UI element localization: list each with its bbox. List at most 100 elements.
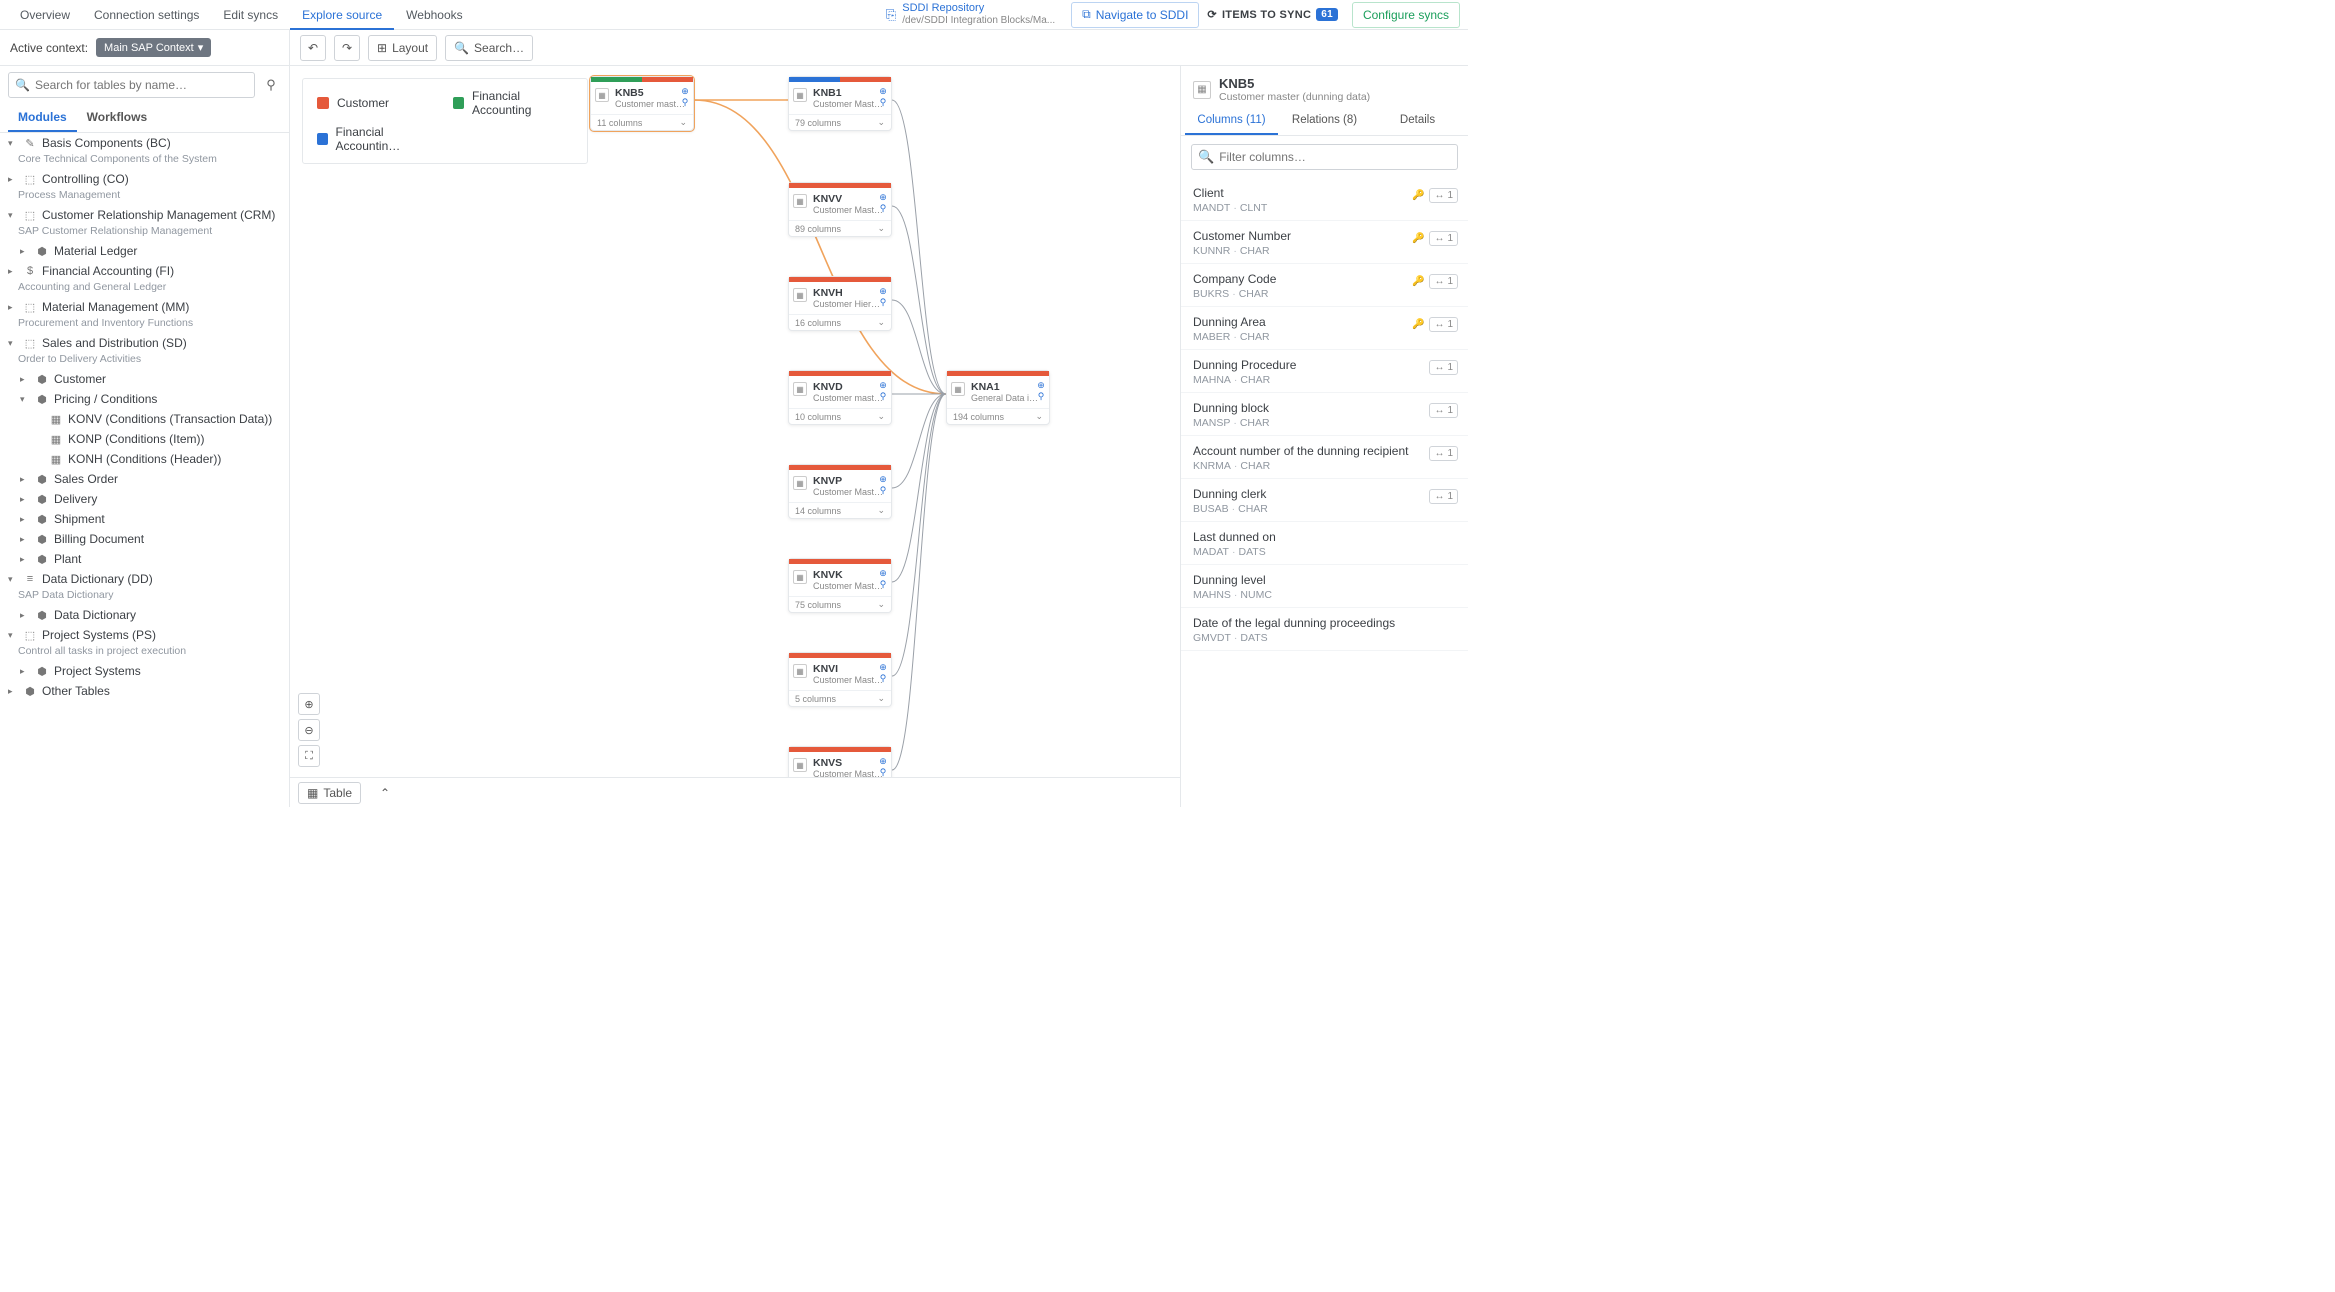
canvas[interactable]: CustomerFinancial AccountingFinancial Ac… bbox=[290, 66, 1180, 807]
node-knvd[interactable]: ▦KNVDCustomer master reco...⊕⚲10 columns… bbox=[788, 370, 892, 425]
tree-row[interactable]: ▸⬢Data Dictionary bbox=[0, 605, 289, 625]
tree-row[interactable]: ▸⬢Billing Document bbox=[0, 529, 289, 549]
column-item[interactable]: Company CodeBUKRS·CHAR🔑↔1 bbox=[1181, 264, 1468, 307]
details-tab[interactable]: Relations (8) bbox=[1278, 107, 1371, 135]
node-knvk[interactable]: ▦KNVKCustomer Master Cont...⊕⚲75 columns… bbox=[788, 558, 892, 613]
tree-row[interactable]: ▸⬢Plant bbox=[0, 549, 289, 569]
tree-row[interactable]: ▸⬢Delivery bbox=[0, 489, 289, 509]
top-tab-edit-syncs[interactable]: Edit syncs bbox=[211, 0, 290, 30]
tree-row[interactable]: ▸⬢Shipment bbox=[0, 509, 289, 529]
link-icon[interactable]: ⚲ bbox=[878, 97, 888, 107]
node-knvi[interactable]: ▦KNVICustomer Master Tax ...⊕⚲5 columns⌄ bbox=[788, 652, 892, 707]
add-icon[interactable]: ⊕ bbox=[878, 474, 888, 484]
add-icon[interactable]: ⊕ bbox=[878, 86, 888, 96]
layout-button[interactable]: ⊞ Layout bbox=[368, 35, 437, 61]
node-kna1[interactable]: ▦KNA1General Data in Cust...⊕⚲194 column… bbox=[946, 370, 1050, 425]
chevron-down-icon[interactable]: ⌄ bbox=[877, 693, 885, 704]
link-icon[interactable]: ⚲ bbox=[878, 673, 888, 683]
node-knvp[interactable]: ▦KNVPCustomer Master Part...⊕⚲14 columns… bbox=[788, 464, 892, 519]
node-knvv[interactable]: ▦KNVVCustomer Master Sale...⊕⚲89 columns… bbox=[788, 182, 892, 237]
chevron-down-icon[interactable]: ⌄ bbox=[877, 599, 885, 610]
details-tab[interactable]: Details bbox=[1371, 107, 1464, 135]
filter-columns-input[interactable] bbox=[1219, 150, 1451, 164]
collapse-button[interactable]: ⌃ bbox=[371, 782, 399, 804]
add-icon[interactable]: ⊕ bbox=[878, 380, 888, 390]
column-item[interactable]: Account number of the dunning recipientK… bbox=[1181, 436, 1468, 479]
add-icon[interactable]: ⊕ bbox=[878, 568, 888, 578]
sidebar-tab-workflows[interactable]: Workflows bbox=[77, 104, 157, 132]
add-icon[interactable]: ⊕ bbox=[878, 192, 888, 202]
link-icon[interactable]: ⚲ bbox=[878, 297, 888, 307]
column-item[interactable]: Dunning AreaMABER·CHAR🔑↔1 bbox=[1181, 307, 1468, 350]
column-item[interactable]: ClientMANDT·CLNT🔑↔1 bbox=[1181, 178, 1468, 221]
filter-columns-input-wrapper[interactable]: 🔍 bbox=[1191, 144, 1458, 170]
active-context-chip[interactable]: Main SAP Context ▾ bbox=[96, 38, 211, 57]
column-item[interactable]: Dunning clerkBUSAB·CHAR↔1 bbox=[1181, 479, 1468, 522]
search-button[interactable]: 🔍 Search… bbox=[445, 35, 533, 61]
tree-row[interactable]: ▾⬚Sales and Distribution (SD) bbox=[0, 333, 289, 353]
undo-button[interactable]: ↶ bbox=[300, 35, 326, 61]
column-item[interactable]: Dunning blockMANSP·CHAR↔1 bbox=[1181, 393, 1468, 436]
node-knvh[interactable]: ▦KNVHCustomer Hierarchies⊕⚲16 columns⌄ bbox=[788, 276, 892, 331]
tree-row[interactable]: ▸⬚Controlling (CO) bbox=[0, 169, 289, 189]
link-icon[interactable]: ⚲ bbox=[878, 767, 888, 777]
chevron-down-icon[interactable]: ⌄ bbox=[877, 117, 885, 128]
top-tab-webhooks[interactable]: Webhooks bbox=[394, 0, 474, 30]
items-to-sync[interactable]: ⟳ ITEMS TO SYNC 61 bbox=[1199, 8, 1346, 21]
search-tables-input[interactable] bbox=[35, 78, 248, 92]
zoom-fit-button[interactable]: ⛶ bbox=[298, 745, 320, 767]
node-knb1[interactable]: ▦KNB1Customer Master (Com...⊕⚲79 columns… bbox=[788, 76, 892, 131]
redo-button[interactable]: ↷ bbox=[334, 35, 360, 61]
repo-block[interactable]: ⎘ SDDI Repository /dev/SDDI Integration … bbox=[886, 2, 1065, 27]
sidebar-tab-modules[interactable]: Modules bbox=[8, 104, 77, 132]
column-item[interactable]: Date of the legal dunning proceedingsGMV… bbox=[1181, 608, 1468, 651]
link-icon[interactable]: ⚲ bbox=[878, 485, 888, 495]
add-icon[interactable]: ⊕ bbox=[878, 756, 888, 766]
navigate-button[interactable]: ⧉ Navigate to SDDI bbox=[1071, 2, 1199, 28]
top-tab-explore-source[interactable]: Explore source bbox=[290, 0, 394, 30]
tree-row[interactable]: ▾≡Data Dictionary (DD) bbox=[0, 569, 289, 589]
tree-row[interactable]: ▾⬚Customer Relationship Management (CRM) bbox=[0, 205, 289, 225]
tree-row[interactable]: ▸⬢Material Ledger bbox=[0, 241, 289, 261]
add-icon[interactable]: ⊕ bbox=[878, 662, 888, 672]
configure-syncs-button[interactable]: Configure syncs bbox=[1352, 2, 1460, 28]
tree-row[interactable]: ▸⬢Other Tables bbox=[0, 681, 289, 701]
table-view-button[interactable]: ▦ Table bbox=[298, 782, 361, 804]
tree-row[interactable]: ▾⬢Pricing / Conditions bbox=[0, 389, 289, 409]
column-item[interactable]: Last dunned onMADAT·DATS bbox=[1181, 522, 1468, 565]
tree-row[interactable]: ▦KONP (Conditions (Item)) bbox=[0, 429, 289, 449]
link-icon[interactable]: ⚲ bbox=[878, 391, 888, 401]
zoom-in-button[interactable]: ⊕ bbox=[298, 693, 320, 715]
search-tables-input-wrapper[interactable]: 🔍 bbox=[8, 72, 255, 98]
chevron-down-icon[interactable]: ⌄ bbox=[877, 317, 885, 328]
chevron-down-icon[interactable]: ⌄ bbox=[877, 223, 885, 234]
filter-icon[interactable]: ⚲ bbox=[261, 77, 281, 93]
tree-row[interactable]: ▸⬢Project Systems bbox=[0, 661, 289, 681]
add-icon[interactable]: ⊕ bbox=[878, 286, 888, 296]
zoom-out-button[interactable]: ⊖ bbox=[298, 719, 320, 741]
chevron-down-icon[interactable]: ⌄ bbox=[877, 505, 885, 516]
tree-row[interactable]: ▾✎Basis Components (BC) bbox=[0, 133, 289, 153]
tree-row[interactable]: ▸⬢Sales Order bbox=[0, 469, 289, 489]
chevron-down-icon[interactable]: ⌄ bbox=[679, 117, 687, 128]
chevron-down-icon[interactable]: ⌄ bbox=[877, 411, 885, 422]
tree-row[interactable]: ▾⬚Project Systems (PS) bbox=[0, 625, 289, 645]
link-icon[interactable]: ⚲ bbox=[878, 579, 888, 589]
link-icon[interactable]: ⚲ bbox=[1036, 391, 1046, 401]
column-item[interactable]: Customer NumberKUNNR·CHAR🔑↔1 bbox=[1181, 221, 1468, 264]
chevron-down-icon[interactable]: ⌄ bbox=[1035, 411, 1043, 422]
tree-row[interactable]: ▦KONH (Conditions (Header)) bbox=[0, 449, 289, 469]
tree-row[interactable]: ▸$Financial Accounting (FI) bbox=[0, 261, 289, 281]
tree-row[interactable]: ▸⬚Material Management (MM) bbox=[0, 297, 289, 317]
link-icon[interactable]: ⚲ bbox=[878, 203, 888, 213]
top-tab-overview[interactable]: Overview bbox=[8, 0, 82, 30]
add-icon[interactable]: ⊕ bbox=[1036, 380, 1046, 390]
add-icon[interactable]: ⊕ bbox=[680, 86, 690, 96]
tree-row[interactable]: ▸⬢Customer bbox=[0, 369, 289, 389]
link-icon[interactable]: ⚲ bbox=[680, 97, 690, 107]
column-item[interactable]: Dunning levelMAHNS·NUMC bbox=[1181, 565, 1468, 608]
tree-row[interactable]: ▦KONV (Conditions (Transaction Data)) bbox=[0, 409, 289, 429]
top-tab-connection-settings[interactable]: Connection settings bbox=[82, 0, 211, 30]
column-item[interactable]: Dunning ProcedureMAHNA·CHAR↔1 bbox=[1181, 350, 1468, 393]
details-tab[interactable]: Columns (11) bbox=[1185, 107, 1278, 135]
